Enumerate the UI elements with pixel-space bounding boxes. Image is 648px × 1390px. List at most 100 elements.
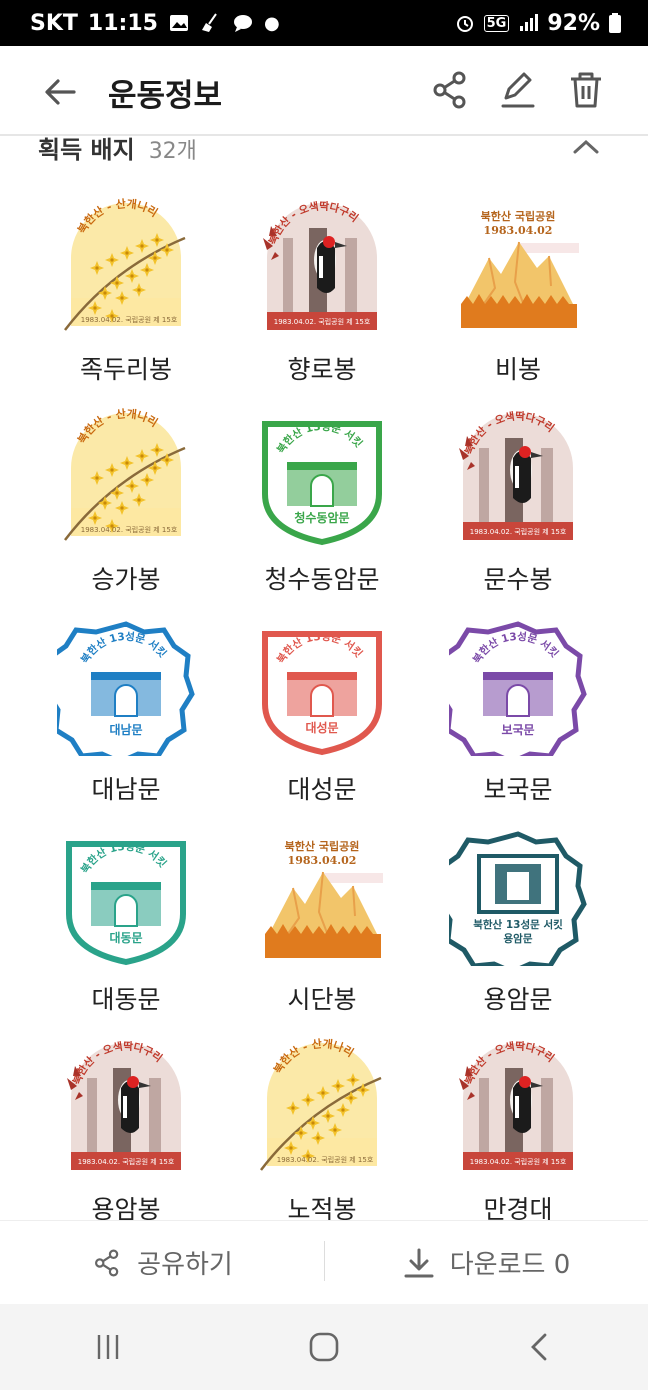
trash-icon[interactable] [564,68,608,112]
badge-name: 보국문 [483,775,553,804]
more-dot-icon: ● [263,12,280,34]
badge-name: 대남문 [91,775,161,804]
badge-name: 노적봉 [287,1195,357,1220]
clock: 11:15 [87,10,158,36]
svg-text:대동문: 대동문 [109,931,142,945]
badge-item[interactable]: 북한산 - 오색딱다구리 1983.04.02. 국립공원 제 15호 용암봉 [28,1038,224,1220]
status-bar: SKT 11:15 ● 5G 92% [0,0,648,46]
peak-badge-art: 북한산 국립공원 1983.04.02 [461,209,579,328]
gate-blue-badge-art: 북한산 13성문 서킷 대남문 [57,621,195,756]
edit-icon[interactable] [496,68,540,112]
download-button[interactable]: 다운로드 0 [324,1221,648,1304]
gate-green-badge-art: 북한산 13성문 서킷 청수동암문 [262,420,382,546]
section-header: 획득 배지 32개 [38,136,197,165]
badge-name: 청수동암문 [264,565,380,594]
badge-item[interactable]: 북한산 국립공원 1983.04.02 비봉 [420,198,616,386]
divider [324,1241,325,1281]
app-bar: 운동정보 [0,46,648,136]
badge-item[interactable]: 북한산 13성문 서킷 대남문 대남문 [28,618,224,806]
svg-text:북한산 국립공원: 북한산 국립공원 [481,209,556,223]
badge-name: 비봉 [494,355,541,384]
badge-name: 향로봉 [287,355,357,384]
network-label: 5G [483,14,510,32]
svg-text:1983.04.02. 국립공원 제 15호: 1983.04.02. 국립공원 제 15호 [470,527,567,536]
share-button[interactable]: 공유하기 [0,1221,324,1304]
badge-item[interactable]: 북한산 13성문 서킷 대성문 대성문 [224,618,420,806]
badge-name: 만경대 [483,1195,553,1220]
svg-text:북한산 국립공원: 북한산 국립공원 [285,839,360,853]
badge-name: 용암문 [483,985,553,1014]
svg-text:1983.04.02. 국립공원 제 15호: 1983.04.02. 국립공원 제 15호 [81,315,178,324]
svg-text:1983.04.02. 국립공원 제 15호: 1983.04.02. 국립공원 제 15호 [277,1155,374,1164]
system-nav-bar [0,1304,648,1390]
battery-label: 92% [547,10,600,36]
chevron-up-icon[interactable] [570,136,602,158]
badge-item[interactable]: 북한산 - 오색딱다구리 1983.04.02. 국립공원 제 15호 향로봉 [224,198,420,386]
download-label: 다운로드 0 [449,1250,571,1280]
svg-text:1983.04.02: 1983.04.02 [484,224,553,237]
home-button[interactable] [294,1317,354,1377]
home-icon [309,1332,339,1362]
svg-text:보국문: 보국문 [501,723,534,737]
badge-item[interactable]: 북한산 - 산개나리 1983.04.02. 국립공원 제 15호 노적봉 [224,1038,420,1220]
nav-back-button[interactable] [510,1317,570,1377]
battery-icon [609,13,621,33]
forsythia-badge-art: 북한산 - 산개나리 1983.04.02. 국립공원 제 15호 [260,1038,382,1171]
woodpecker-badge-art: 북한산 - 오색딱다구리 1983.04.02. 국립공원 제 15호 [459,410,573,540]
svg-text:북한산 13성문 서킷: 북한산 13성문 서킷 [473,918,563,931]
badge-content: 획득 배지 32개 북한산 - 산개나리 1983.04.02. 국립공원 제 … [0,136,648,1220]
badge-item[interactable]: 북한산 - 오색딱다구리 1983.04.02. 국립공원 제 15호 만경대 [420,1038,616,1220]
svg-text:1983.04.02. 국립공원 제 15호: 1983.04.02. 국립공원 제 15호 [78,1157,175,1166]
badge-item[interactable]: 북한산 13성문 서킷 청수동암문 청수동암문 [224,408,420,596]
woodpecker-badge-art: 북한산 - 오색딱다구리 1983.04.02. 국립공원 제 15호 [459,1040,573,1170]
svg-text:대성문: 대성문 [305,721,338,735]
badge-count: 32개 [148,139,197,164]
woodpecker-badge-art: 북한산 - 오색딱다구리 1983.04.02. 국립공원 제 15호 [67,1040,181,1170]
gate-red-badge-art: 북한산 13성문 서킷 대성문 [262,630,382,756]
svg-text:청수동암문: 청수동암문 [294,510,349,525]
share-label: 공유하기 [137,1250,233,1280]
svg-text:1983.04.02. 국립공원 제 15호: 1983.04.02. 국립공원 제 15호 [81,525,178,534]
badge-item[interactable]: 북한산 - 산개나리 1983.04.02. 국립공원 제 15호 족두리봉 [28,198,224,386]
broom-icon [201,13,217,32]
share-icon[interactable] [428,68,472,112]
download-icon [404,1248,434,1277]
carrier-label: SKT [30,10,78,36]
recents-icon [97,1335,119,1359]
gate-navy-badge-art: 북한산 13성문 서킷 용암문 [449,831,587,966]
badge-name: 족두리봉 [79,355,172,384]
gate-teal-badge-art: 북한산 13성문 서킷 대동문 [66,840,186,966]
svg-text:1983.04.02. 국립공원 제 15호: 1983.04.02. 국립공원 제 15호 [470,1157,567,1166]
badge-item[interactable]: 북한산 국립공원 1983.04.02 시단봉 [224,828,420,1016]
page-title: 운동정보 [108,78,223,114]
badge-name: 대동문 [91,985,161,1014]
share-icon [95,1249,119,1276]
message-icon [233,15,252,32]
svg-text:1983.04.02. 국립공원 제 15호: 1983.04.02. 국립공원 제 15호 [274,317,371,326]
forsythia-badge-art: 북한산 - 산개나리 1983.04.02. 국립공원 제 15호 [64,408,186,541]
svg-text:대남문: 대남문 [109,722,142,737]
badge-item[interactable]: 북한산 13성문 서킷 보국문 보국문 [420,618,616,806]
badge-item[interactable]: 북한산 13성문 서킷 대동문 대동문 [28,828,224,1016]
alarm-icon [456,16,473,32]
gallery-icon [169,15,188,31]
badge-name: 대성문 [287,775,357,804]
arrow-left-icon[interactable] [38,70,82,114]
svg-text:1983.04.02: 1983.04.02 [288,854,357,867]
badge-name: 문수봉 [483,565,553,594]
badge-name: 시단봉 [287,985,357,1014]
peak-badge-art: 북한산 국립공원 1983.04.02 [265,839,383,958]
gate-purple-badge-art: 북한산 13성문 서킷 보국문 [449,621,587,756]
svg-text:용암문: 용암문 [504,933,533,945]
badge-name: 승가봉 [91,565,161,594]
back-icon [531,1333,547,1361]
section-title: 획득 배지 [38,136,135,164]
badge-item[interactable]: 북한산 13성문 서킷 용암문 용암문 [420,828,616,1016]
woodpecker-badge-art: 북한산 - 오색딱다구리 1983.04.02. 국립공원 제 15호 [263,200,377,330]
forsythia-badge-art: 북한산 - 산개나리 1983.04.02. 국립공원 제 15호 [64,198,186,331]
recents-button[interactable] [78,1317,138,1377]
badge-item[interactable]: 북한산 - 산개나리 1983.04.02. 국립공원 제 15호 승가봉 [28,408,224,596]
badge-name: 용암봉 [91,1195,161,1220]
bottom-action-bar: 공유하기 다운로드 0 [0,1220,648,1304]
badge-item[interactable]: 북한산 - 오색딱다구리 1983.04.02. 국립공원 제 15호 문수봉 [420,408,616,596]
